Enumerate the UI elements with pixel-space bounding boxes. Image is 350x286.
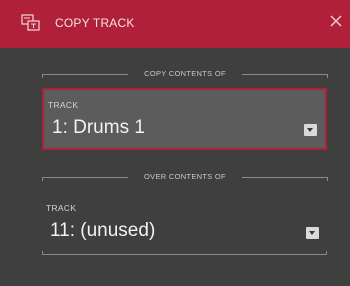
field-underline — [42, 254, 327, 255]
section-heading-copy: COPY CONTENTS OF — [42, 68, 328, 82]
dialog-body: COPY CONTENTS OF TRACK 1: Drums 1 OVER C… — [0, 48, 350, 286]
destination-track-label: TRACK — [46, 203, 77, 213]
chevron-down-icon[interactable] — [306, 227, 319, 239]
source-track-label: TRACK — [48, 100, 79, 110]
source-track-select[interactable]: TRACK 1: Drums 1 — [42, 88, 327, 150]
destination-track-value: 11: (unused) — [50, 220, 156, 241]
section-heading-over: OVER CONTENTS OF — [42, 171, 328, 185]
close-icon[interactable] — [328, 13, 344, 29]
destination-track-select[interactable]: TRACK 11: (unused) — [42, 193, 327, 255]
copy-track-icon — [21, 14, 41, 32]
source-track-value: 1: Drums 1 — [52, 117, 145, 138]
chevron-down-icon[interactable] — [304, 124, 317, 136]
dialog-title: COPY TRACK — [55, 16, 135, 30]
dialog-titlebar: COPY TRACK — [0, 0, 350, 48]
